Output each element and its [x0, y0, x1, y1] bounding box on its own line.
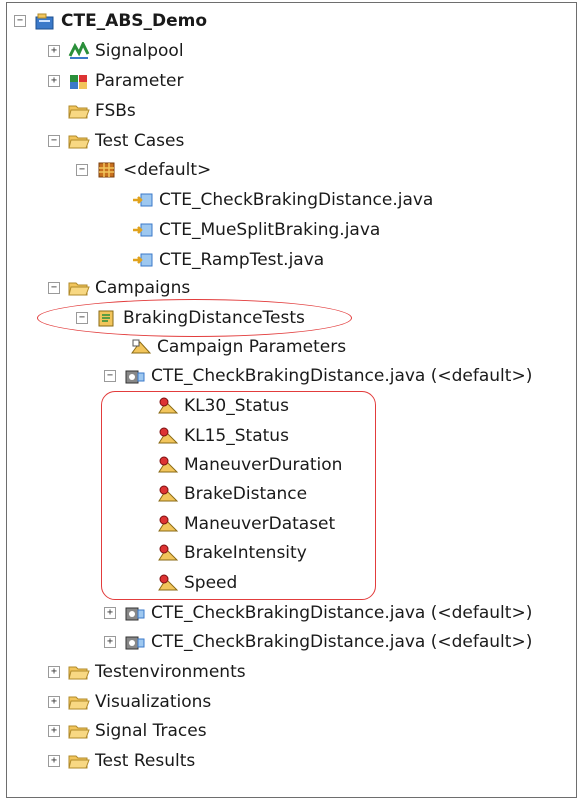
- tree-node-param[interactable]: KL30_Status: [157, 394, 289, 418]
- tree-node-campaign-parameters[interactable]: Campaign Parameters: [130, 335, 346, 359]
- package-icon: [96, 161, 118, 179]
- tree-label: Speed: [184, 573, 238, 593]
- parameter-icon: [68, 72, 90, 90]
- tree-node-parameter[interactable]: + Parameter: [48, 69, 183, 93]
- folder-icon: [68, 132, 90, 150]
- tree-label: ManeuverDataset: [184, 514, 336, 534]
- tree-label: BrakeIntensity: [184, 543, 307, 563]
- tree-node-param[interactable]: BrakeDistance: [157, 482, 307, 506]
- expand-toggle[interactable]: +: [48, 725, 60, 737]
- folder-icon: [68, 693, 90, 711]
- tree-node-test-results[interactable]: + Test Results: [48, 749, 195, 773]
- tree-label: <default>: [123, 160, 212, 180]
- folder-icon: [68, 102, 90, 120]
- param-icon: [157, 574, 179, 592]
- signalpool-icon: [68, 42, 90, 60]
- project-icon: [34, 12, 56, 30]
- tree-label: CTE_RampTest.java: [159, 250, 325, 270]
- collapse-toggle[interactable]: −: [48, 282, 60, 294]
- tree-label: BrakingDistanceTests: [123, 308, 305, 328]
- tree-node-campaign[interactable]: − BrakingDistanceTests: [76, 306, 305, 330]
- tree-node-param[interactable]: ManeuverDuration: [157, 453, 342, 477]
- tree-label: FSBs: [95, 101, 136, 121]
- tree-label: Test Results: [95, 751, 196, 771]
- expand-toggle[interactable]: +: [48, 755, 60, 767]
- tree-node-test-entry[interactable]: + CTE_CheckBrakingDistance.java (<defaul…: [104, 601, 532, 625]
- collapse-toggle[interactable]: −: [48, 135, 60, 147]
- tree-node-campaigns[interactable]: − Campaigns: [48, 276, 190, 300]
- expand-toggle[interactable]: +: [104, 636, 116, 648]
- tree-node-signalpool[interactable]: + Signalpool: [48, 39, 184, 63]
- campaign-icon: [96, 309, 118, 327]
- tree-node-default-package[interactable]: − <default>: [76, 158, 211, 182]
- expand-toggle[interactable]: +: [48, 75, 60, 87]
- collapse-toggle[interactable]: −: [76, 312, 88, 324]
- tree-label: BrakeDistance: [184, 484, 308, 504]
- test-entry-icon: [124, 367, 146, 385]
- tree-node-param[interactable]: BrakeIntensity: [157, 541, 307, 565]
- tree-node-java-file[interactable]: CTE_RampTest.java: [132, 248, 324, 272]
- tree-label: CTE_CheckBrakingDistance.java: [159, 190, 434, 210]
- tree-label: ManeuverDuration: [184, 455, 343, 475]
- tree-label: KL30_Status: [184, 396, 289, 416]
- test-entry-icon: [124, 604, 146, 622]
- tree-label: CTE_CheckBrakingDistance.java (<default>…: [151, 632, 533, 652]
- java-file-icon: [132, 191, 154, 209]
- param-icon: [157, 456, 179, 474]
- collapse-toggle[interactable]: −: [14, 15, 26, 27]
- java-file-icon: [132, 251, 154, 269]
- tree-node-param[interactable]: KL15_Status: [157, 424, 289, 448]
- tree-label: Signal Traces: [95, 721, 207, 741]
- tree-label: Parameter: [95, 71, 184, 91]
- tree-node-param[interactable]: Speed: [157, 571, 237, 595]
- folder-icon: [68, 722, 90, 740]
- tree-label: CTE_CheckBrakingDistance.java (<default>…: [151, 366, 533, 386]
- param-icon: [157, 485, 179, 503]
- tree-node-testenvironments[interactable]: + Testenvironments: [48, 660, 246, 684]
- tree-label: CTE_MueSplitBraking.java: [159, 220, 381, 240]
- tree-node-java-file[interactable]: CTE_CheckBrakingDistance.java: [132, 188, 433, 212]
- expand-toggle[interactable]: +: [48, 666, 60, 678]
- test-entry-icon: [124, 633, 146, 651]
- campaign-parameters-icon: [130, 338, 152, 356]
- collapse-toggle[interactable]: −: [76, 164, 88, 176]
- java-file-icon: [132, 221, 154, 239]
- tree-label: CTE_ABS_Demo: [61, 11, 208, 31]
- param-icon: [157, 427, 179, 445]
- param-icon: [157, 397, 179, 415]
- folder-icon: [68, 663, 90, 681]
- tree-node-test-entry[interactable]: − CTE_CheckBrakingDistance.java (<defaul…: [104, 364, 532, 388]
- collapse-toggle[interactable]: −: [104, 370, 116, 382]
- tree-label: Testenvironments: [95, 662, 246, 682]
- tree-label: Visualizations: [95, 692, 212, 712]
- tree-label: Campaign Parameters: [157, 337, 347, 357]
- expand-toggle[interactable]: +: [48, 696, 60, 708]
- tree-node-fsbs[interactable]: FSBs: [68, 99, 136, 123]
- tree-node-signal-traces[interactable]: + Signal Traces: [48, 719, 207, 743]
- tree-label: Test Cases: [95, 131, 185, 151]
- tree-label: Campaigns: [95, 278, 191, 298]
- tree-node-param[interactable]: ManeuverDataset: [157, 512, 335, 536]
- tree-label: CTE_CheckBrakingDistance.java (<default>…: [151, 603, 533, 623]
- folder-icon: [68, 752, 90, 770]
- expand-toggle[interactable]: +: [104, 607, 116, 619]
- tree-node-test-entry[interactable]: + CTE_CheckBrakingDistance.java (<defaul…: [104, 630, 532, 654]
- tree-node-test-cases[interactable]: − Test Cases: [48, 129, 184, 153]
- param-icon: [157, 515, 179, 533]
- tree-node-visualizations[interactable]: + Visualizations: [48, 690, 211, 714]
- folder-icon: [68, 279, 90, 297]
- tree-label: Signalpool: [95, 41, 184, 61]
- param-icon: [157, 544, 179, 562]
- expand-toggle[interactable]: +: [48, 45, 60, 57]
- tree-node-java-file[interactable]: CTE_MueSplitBraking.java: [132, 218, 380, 242]
- tree-label: KL15_Status: [184, 426, 289, 446]
- tree-node-root[interactable]: − CTE_ABS_Demo: [14, 9, 207, 33]
